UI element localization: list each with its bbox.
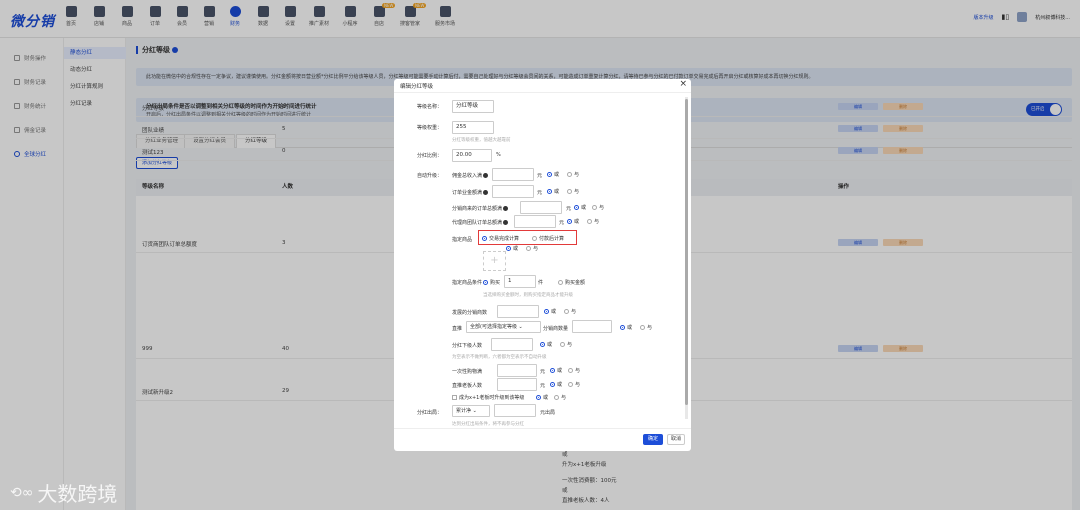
radio-or[interactable]: 或 [536,394,548,401]
unit: 元 [559,220,565,226]
radio-and[interactable]: 与 [564,308,576,315]
goods-label: 指定商品 [452,237,473,243]
goods-count-input[interactable]: 1 [504,275,536,288]
unit: 件 [538,280,544,286]
once-label: 一次性购物满 [452,369,483,375]
radio-or[interactable]: 或 [506,245,518,252]
direct-level-select[interactable]: 全部(可选择指定等级 ⌄ [466,321,541,333]
watermark: ⟲∞ 大数跨境 [10,482,118,506]
ratio-label: 分红比例： [416,153,442,159]
cond-distributor-label: 分销商来的订单总额满 [452,205,509,212]
radio-or[interactable]: 或 [547,171,559,178]
radio-or[interactable]: 或 [620,324,632,331]
radio-buy-amount[interactable]: 购买金额 [558,279,585,286]
cond-order-input[interactable] [492,185,534,198]
radio-and[interactable]: 与 [554,394,566,401]
radio-and[interactable]: 与 [568,367,580,374]
level-weight-hint: 分红等级权重，值越大越靠前 [452,138,511,143]
unit: 元 [540,383,546,389]
radio-after-payment[interactable]: 付款后计算 [532,235,564,242]
modal-title: 编辑分红等级 [400,84,434,90]
goods-cond-label: 指定商品条件 [452,280,483,286]
radio-trade-complete[interactable]: 交易完成计算 [482,235,519,242]
radio-or[interactable]: 或 [544,308,556,315]
info-icon [483,190,489,195]
radio-buy[interactable]: 购买 [483,279,500,286]
boss-input[interactable] [497,378,537,391]
radio-and[interactable]: 与 [592,204,604,211]
level-weight-label: 等级权重： [416,125,442,131]
level-name-label: 等级名称： [416,104,442,110]
cond-commission-label: 佣金总收入满 [452,172,489,179]
cond-order-label: 订单业金额满 [452,189,489,196]
level-weight-input[interactable]: 255 [452,121,494,134]
divider [394,92,691,93]
team-input[interactable] [491,338,533,351]
radio-and[interactable]: 与 [560,341,572,348]
out-label: 分红出局： [416,410,442,416]
info-icon [503,220,509,225]
cond-distributor-input[interactable] [520,201,562,214]
out-hint: 达到分红出局条件，将不再参与分红 [452,422,524,427]
out-input[interactable] [494,404,536,417]
dev-label: 发展的分销商数 [452,310,488,316]
direct-label: 直推 [452,326,463,332]
level-name-input[interactable]: 分红等级 [452,100,494,113]
boss-upgrade-checkbox[interactable]: 成为x+1老板时升级到该等级 [452,394,524,401]
confirm-button[interactable]: 确定 [643,434,663,445]
radio-and[interactable]: 与 [587,218,599,225]
goods-cond-hint: 当选择购买金额时，则购买指定商品才能升级 [483,293,573,298]
radio-and[interactable]: 与 [526,245,538,252]
close-icon[interactable]: × [679,79,687,89]
unit: 元 [537,190,543,196]
unit: 元 [540,369,546,375]
radio-and[interactable]: 与 [568,381,580,388]
radio-or[interactable]: 或 [547,188,559,195]
dev-input[interactable] [497,305,539,318]
team-label: 分红下级人数 [452,343,483,349]
cond-commission-input[interactable] [492,168,534,181]
cond-agent-input[interactable] [514,215,556,228]
upload-button[interactable]: + [483,251,506,271]
modal-scrollbar[interactable] [685,97,688,419]
ratio-unit: % [496,152,501,158]
unit: 元 [537,173,543,179]
watermark-logo-icon: ⟲∞ [10,484,34,501]
radio-or[interactable]: 或 [574,204,586,211]
radio-and[interactable]: 与 [640,324,652,331]
info-icon [503,206,509,211]
out-suffix: 元出局 [540,410,556,416]
edit-level-modal: 编辑分红等级 × 等级名称： 分红等级 等级权重： 255 分红等级权重，值越大… [394,79,691,451]
radio-and[interactable]: 与 [567,188,579,195]
direct-count-input[interactable] [572,320,612,333]
cancel-button[interactable]: 取消 [667,434,685,445]
radio-or[interactable]: 或 [550,381,562,388]
once-input[interactable] [497,364,537,377]
unit: 元 [566,206,572,212]
boss-label: 直推老板人数 [452,383,483,389]
radio-or[interactable]: 或 [540,341,552,348]
radio-or[interactable]: 或 [550,367,562,374]
divider [394,428,691,429]
cond-agent-label: 代理商团队订单总额满 [452,219,509,226]
radio-or[interactable]: 或 [567,218,579,225]
radio-and[interactable]: 与 [567,171,579,178]
auto-upgrade-label: 自动升级： [416,173,442,179]
out-select[interactable]: 累计净 ⌄ [452,405,490,417]
ratio-input[interactable]: 20.00 [452,149,492,162]
team-hint: 为空表示不做判断，六者都为空表示不自动升级 [452,355,547,360]
direct-suffix: 分销商数量 [543,326,569,332]
info-icon [483,173,489,178]
